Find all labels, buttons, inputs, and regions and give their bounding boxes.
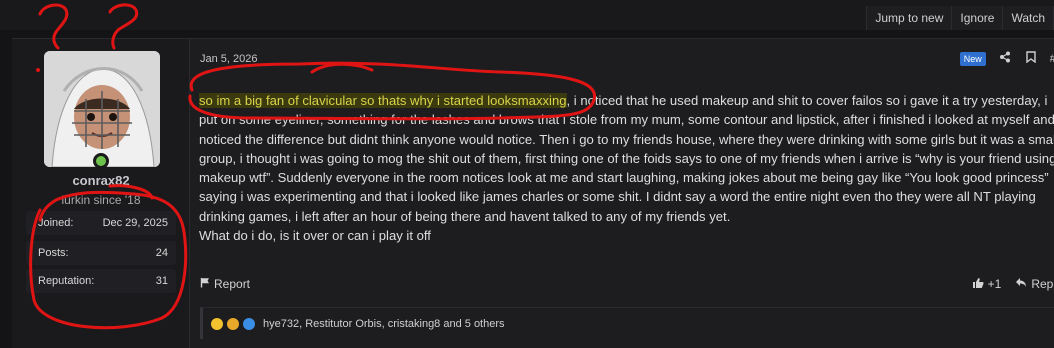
post-actions: Report +1 Reply — [200, 275, 1054, 293]
online-status-dot — [93, 153, 109, 169]
stat-reputation: Reputation: 31 — [26, 269, 176, 293]
report-button[interactable]: Report — [200, 277, 250, 291]
stat-value: 31 — [155, 275, 168, 287]
stat-posts: Posts: 24 — [26, 241, 176, 265]
username[interactable]: conrax82 — [12, 173, 190, 188]
user-title: lurkin since '18 — [61, 193, 141, 207]
post-container: conrax82 lurkin since '18 Joined: Dec 29… — [12, 38, 1054, 348]
report-icon — [200, 277, 210, 291]
avatar[interactable] — [44, 51, 160, 167]
stat-value: Dec 29, 2025 — [102, 217, 168, 229]
ignore-button[interactable]: Ignore — [952, 6, 1004, 30]
thread-header-strip: Jump to new Ignore Watch — [0, 0, 1054, 30]
share-icon[interactable] — [998, 51, 1012, 66]
report-label: Report — [214, 277, 251, 291]
thinking-reaction-icon — [227, 317, 239, 330]
plus-one-label: +1 — [987, 277, 1002, 291]
avatar-image — [44, 51, 160, 167]
new-badge: New — [959, 51, 986, 66]
reply-button[interactable]: Reply — [1015, 277, 1054, 292]
stat-label: Reputation: — [38, 275, 95, 287]
stat-label: Joined: — [38, 217, 74, 229]
stat-joined: Joined: Dec 29, 2025 — [26, 211, 176, 235]
thumbs-up-icon — [972, 277, 984, 292]
post-actions-right: +1 Reply — [972, 277, 1054, 292]
post-body: so im a big fan of clavicular so thats w… — [199, 91, 1054, 245]
reply-icon — [1015, 277, 1027, 291]
bookmark-icon[interactable] — [1024, 51, 1038, 66]
stat-value: 24 — [155, 247, 168, 259]
thread-actions: Jump to new Ignore Watch — [866, 6, 1054, 30]
reply-label: Reply — [1031, 277, 1054, 291]
like-reaction-icon — [243, 317, 255, 330]
post-tools: New #1 — [959, 51, 1054, 66]
highlighted-text: so im a big fan of clavicular so thats w… — [199, 93, 567, 108]
reactions-text: hye732, Restitutor Orbis, cristaking8 an… — [263, 317, 505, 330]
post-last-line: What do i do, is it over or can i play i… — [199, 228, 431, 244]
reactions-bar[interactable]: hye732, Restitutor Orbis, cristaking8 an… — [200, 307, 1054, 339]
post-number[interactable]: #1 — [1050, 53, 1054, 65]
post-text: , i noticed that he used makeup and shit… — [199, 93, 1054, 224]
jump-to-new-button[interactable]: Jump to new — [867, 6, 953, 30]
post-date[interactable]: Jan 5, 2026 — [200, 53, 258, 65]
stat-label: Posts: — [38, 247, 69, 259]
user-sidebar: conrax82 lurkin since '18 Joined: Dec 29… — [12, 39, 190, 348]
watch-button[interactable]: Watch — [1003, 6, 1054, 30]
plus-one-button[interactable]: +1 — [972, 277, 1002, 292]
laughing-reaction-icon — [211, 317, 223, 330]
